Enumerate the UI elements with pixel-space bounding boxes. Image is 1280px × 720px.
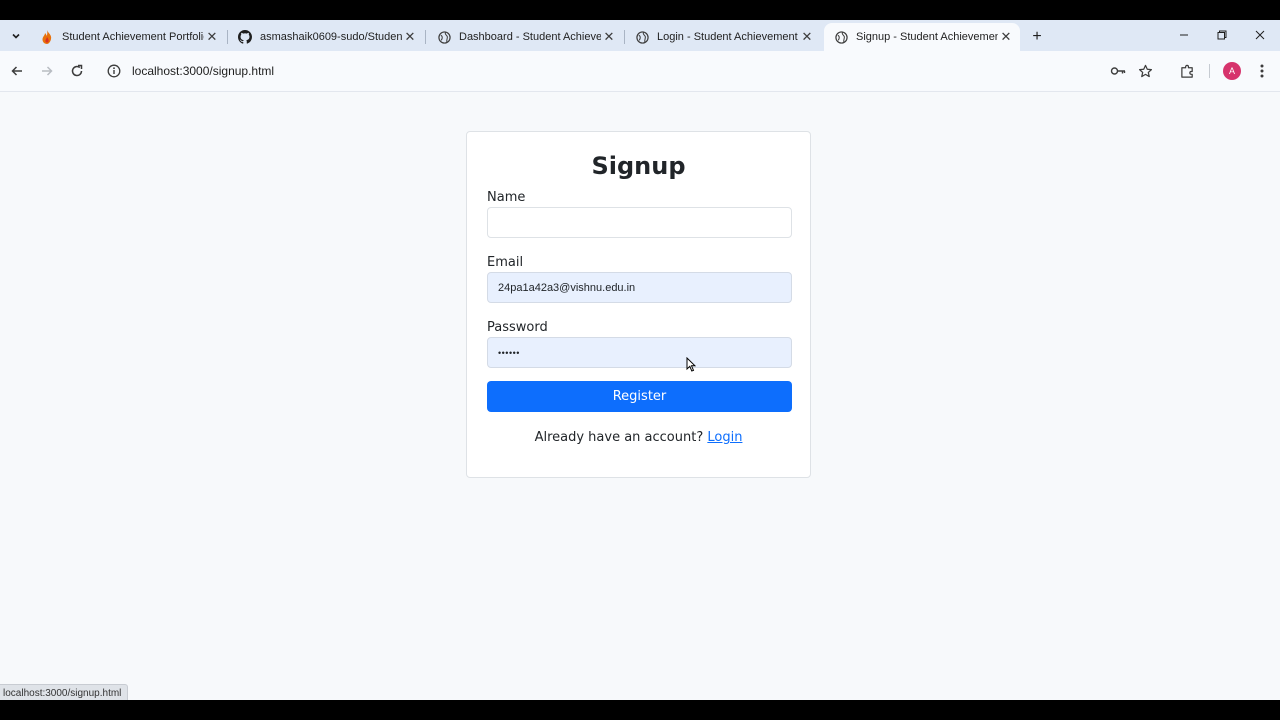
screen-top-letterbox bbox=[0, 0, 1280, 20]
browser-toolbar: localhost:3000/signup.html A bbox=[0, 51, 1280, 92]
tab-title: Login - Student Achievement bbox=[657, 31, 798, 43]
toolbar-separator bbox=[1209, 64, 1210, 78]
reload-icon[interactable] bbox=[65, 59, 89, 83]
globe-icon bbox=[635, 30, 649, 44]
forward-arrow-icon[interactable] bbox=[35, 59, 59, 83]
register-button[interactable]: Register bbox=[487, 381, 792, 412]
email-input[interactable]: 24pa1a42a3@vishnu.edu.in bbox=[487, 272, 792, 303]
name-label: Name bbox=[487, 190, 526, 205]
tab-close-icon[interactable]: ✕ bbox=[204, 29, 220, 45]
tab-login[interactable]: Login - Student Achievement ✕ bbox=[625, 23, 821, 51]
tab-close-icon[interactable]: ✕ bbox=[601, 29, 617, 45]
menu-kebab-icon[interactable] bbox=[1250, 59, 1274, 83]
extensions-puzzle-icon[interactable] bbox=[1175, 59, 1199, 83]
email-label: Email bbox=[487, 255, 524, 270]
login-prompt: Already have an account? Login bbox=[467, 430, 810, 445]
login-prompt-text: Already have an account? bbox=[534, 430, 708, 445]
url-text: localhost:3000/signup.html bbox=[132, 64, 275, 78]
github-icon bbox=[238, 30, 252, 44]
tab-title: Student Achievement Portfolio bbox=[62, 31, 204, 43]
profile-avatar[interactable]: A bbox=[1223, 62, 1241, 80]
new-tab-plus-icon[interactable]: + bbox=[1026, 26, 1048, 48]
login-link[interactable]: Login bbox=[707, 430, 742, 445]
tab-title: asmashaik0609-sudo/Student-A bbox=[260, 31, 402, 43]
globe-icon bbox=[834, 30, 848, 44]
tab-close-icon[interactable]: ✕ bbox=[998, 29, 1014, 45]
name-input[interactable] bbox=[487, 207, 792, 238]
password-key-icon[interactable] bbox=[1106, 59, 1130, 83]
bookmark-star-icon[interactable] bbox=[1133, 59, 1157, 83]
tab-strip: Student Achievement Portfolio ✕ asmashai… bbox=[0, 20, 1280, 51]
address-bar[interactable]: localhost:3000/signup.html bbox=[100, 56, 1166, 86]
tab-dashboard[interactable]: Dashboard - Student Achievem ✕ bbox=[427, 23, 623, 51]
tab-title: Dashboard - Student Achievem bbox=[459, 31, 601, 43]
tab-search-chevron-icon[interactable] bbox=[4, 24, 28, 48]
tab-close-icon[interactable]: ✕ bbox=[799, 29, 815, 45]
password-input[interactable]: •••••• bbox=[487, 337, 792, 368]
back-arrow-icon[interactable] bbox=[5, 59, 29, 83]
close-window-icon[interactable] bbox=[1241, 24, 1279, 46]
page-content: Signup Name Email 24pa1a42a3@vishnu.edu.… bbox=[0, 92, 1280, 702]
flame-icon bbox=[40, 30, 54, 44]
globe-icon bbox=[437, 30, 451, 44]
tab-close-icon[interactable]: ✕ bbox=[402, 29, 418, 45]
password-label: Password bbox=[487, 320, 548, 335]
tab-separator bbox=[425, 30, 426, 44]
screen-bottom-letterbox bbox=[0, 700, 1280, 720]
tab-github-repo[interactable]: asmashaik0609-sudo/Student-A ✕ bbox=[228, 23, 424, 51]
signup-card: Signup Name Email 24pa1a42a3@vishnu.edu.… bbox=[466, 131, 811, 478]
restore-icon[interactable] bbox=[1203, 24, 1241, 46]
tab-student-portfolio[interactable]: Student Achievement Portfolio ✕ bbox=[30, 23, 226, 51]
tab-title: Signup - Student Achievement bbox=[856, 31, 998, 43]
site-info-icon[interactable] bbox=[106, 63, 122, 79]
page-title: Signup bbox=[591, 152, 686, 180]
minimize-icon[interactable] bbox=[1165, 24, 1203, 46]
tab-signup-active[interactable]: Signup - Student Achievement ✕ bbox=[824, 23, 1020, 51]
